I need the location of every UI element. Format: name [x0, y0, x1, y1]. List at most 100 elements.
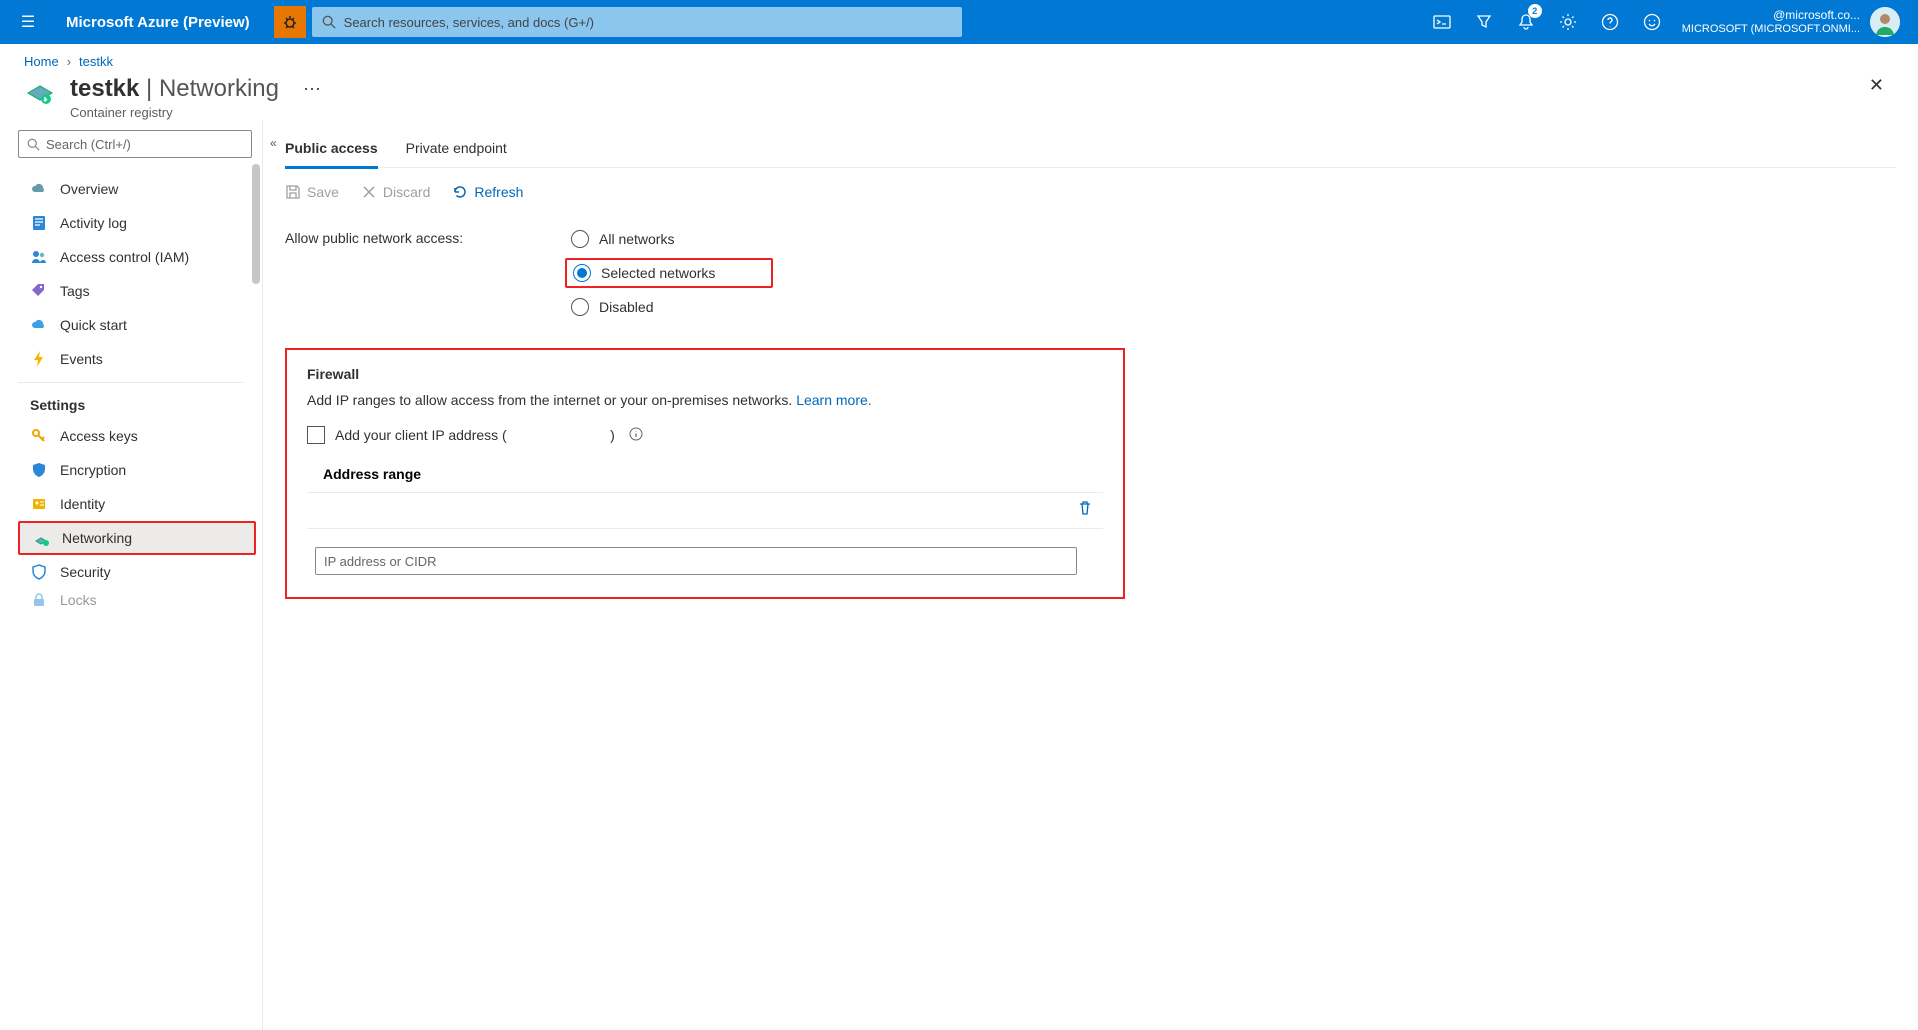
sidebar-item-overview[interactable]: Overview [18, 172, 262, 206]
sidebar: Search (Ctrl+/) « Overview Activity log … [0, 120, 262, 1030]
sidebar-item-locks[interactable]: Locks [18, 589, 262, 611]
check-label: Add your client IP address ( xxx.xxx.xxx… [335, 427, 615, 443]
resource-type: Container registry [70, 105, 279, 120]
delete-row-button[interactable] [1077, 500, 1097, 521]
avatar [1870, 7, 1900, 37]
ip-placeholder-text: IP address or CIDR [324, 554, 436, 569]
security-icon [30, 563, 48, 581]
sidebar-item-tags[interactable]: Tags [18, 274, 262, 308]
firewall-desc-text: Add IP ranges to allow access from the i… [307, 392, 796, 408]
learn-more-link[interactable]: Learn more. [796, 392, 871, 408]
sidebar-item-access-control[interactable]: Access control (IAM) [18, 240, 262, 274]
radio-label: Selected networks [601, 265, 715, 281]
ip-address-input[interactable]: IP address or CIDR [315, 547, 1077, 575]
breadcrumb-home[interactable]: Home [24, 54, 59, 69]
tab-bar: Public access Private endpoint [285, 134, 1896, 168]
breadcrumb: Home › testkk [0, 44, 1918, 75]
bolt-icon [30, 350, 48, 368]
search-icon [27, 138, 40, 151]
sidebar-item-activity-log[interactable]: Activity log [18, 206, 262, 240]
sidebar-item-access-keys[interactable]: Access keys [18, 419, 262, 453]
radio-disabled[interactable]: Disabled [565, 296, 773, 318]
notification-badge: 2 [1528, 4, 1542, 18]
product-name[interactable]: Microsoft Azure (Preview) [48, 14, 268, 31]
refresh-button[interactable]: Refresh [452, 184, 523, 200]
sidebar-item-encryption[interactable]: Encryption [18, 453, 262, 487]
resource-name: testkk [70, 75, 139, 102]
radio-selected-networks[interactable]: Selected networks [565, 258, 773, 288]
user-email: @microsoft.co... [1682, 8, 1860, 22]
sidebar-item-label: Events [60, 351, 103, 367]
user-menu[interactable]: @microsoft.co... MICROSOFT (MICROSOFT.ON… [1672, 7, 1910, 37]
sidebar-section-settings: Settings [18, 382, 244, 419]
container-registry-icon [24, 79, 56, 111]
sidebar-item-label: Overview [60, 181, 118, 197]
tab-public-access[interactable]: Public access [285, 134, 378, 169]
network-access-label: Allow public network access: [285, 228, 565, 246]
radio-label: All networks [599, 231, 674, 247]
network-access-row: Allow public network access: All network… [285, 208, 1896, 318]
sidebar-item-label: Access control (IAM) [60, 249, 189, 265]
identity-icon [30, 495, 48, 513]
discard-button[interactable]: Discard [361, 184, 430, 200]
sidebar-scrollbar[interactable] [248, 164, 262, 724]
sidebar-item-identity[interactable]: Identity [18, 487, 262, 521]
page-title: testkk | Networking [70, 75, 279, 103]
refresh-icon [452, 184, 468, 200]
sidebar-item-quick-start[interactable]: Quick start [18, 308, 262, 342]
key-icon [30, 427, 48, 445]
firewall-description: Add IP ranges to allow access from the i… [307, 392, 1103, 408]
global-search-input[interactable]: Search resources, services, and docs (G+… [312, 7, 962, 37]
cloud-shell-button[interactable] [1422, 0, 1462, 44]
sidebar-search-placeholder: Search (Ctrl+/) [46, 137, 131, 152]
firewall-section: Firewall Add IP ranges to allow access f… [285, 348, 1125, 599]
chevron-right-icon: › [67, 54, 71, 69]
cloud-icon [30, 180, 48, 198]
search-placeholder-text: Search resources, services, and docs (G+… [344, 15, 594, 30]
radio-all-networks[interactable]: All networks [565, 228, 773, 250]
tenant-name: MICROSOFT (MICROSOFT.ONMI... [1682, 23, 1860, 36]
sidebar-item-label: Identity [60, 496, 105, 512]
sidebar-item-networking[interactable]: Networking [18, 521, 256, 555]
hamburger-icon[interactable]: ☰ [8, 12, 48, 32]
breadcrumb-current[interactable]: testkk [79, 54, 113, 69]
radio-label: Disabled [599, 299, 653, 315]
preview-bug-button[interactable] [274, 6, 306, 38]
settings-button[interactable] [1548, 0, 1588, 44]
firewall-title: Firewall [307, 366, 1103, 382]
header-icon-group: 2 [1422, 0, 1672, 44]
feedback-button[interactable] [1632, 0, 1672, 44]
tab-private-endpoint[interactable]: Private endpoint [406, 134, 507, 167]
sidebar-item-label: Locks [60, 592, 97, 608]
rocket-icon [30, 316, 48, 334]
sidebar-search-input[interactable]: Search (Ctrl+/) [18, 130, 252, 158]
radio-icon [573, 264, 591, 282]
info-icon[interactable] [629, 427, 643, 444]
add-client-ip-row[interactable]: Add your client IP address ( xxx.xxx.xxx… [307, 426, 1103, 444]
sidebar-item-label: Encryption [60, 462, 126, 478]
bug-icon [282, 14, 298, 30]
shield-icon [30, 461, 48, 479]
sidebar-item-label: Access keys [60, 428, 138, 444]
sidebar-item-label: Tags [60, 283, 90, 299]
sidebar-item-label: Security [60, 564, 111, 580]
more-actions-button[interactable]: ⋯ [303, 75, 321, 100]
sidebar-item-events[interactable]: Events [18, 342, 262, 376]
toolbar: Save Discard Refresh [285, 168, 1896, 208]
scrollbar-thumb[interactable] [252, 164, 260, 284]
save-button[interactable]: Save [285, 184, 339, 200]
close-blade-button[interactable]: ✕ [1859, 75, 1894, 96]
notifications-button[interactable]: 2 [1506, 0, 1546, 44]
help-button[interactable] [1590, 0, 1630, 44]
sidebar-item-label: Activity log [60, 215, 127, 231]
nav-list: Overview Activity log Access control (IA… [18, 172, 262, 611]
save-label: Save [307, 184, 339, 200]
save-icon [285, 184, 301, 200]
checkbox-icon[interactable] [307, 426, 325, 444]
address-range-row [307, 493, 1103, 529]
directory-filter-button[interactable] [1464, 0, 1504, 44]
lock-icon [30, 591, 48, 609]
refresh-label: Refresh [474, 184, 523, 200]
radio-icon [571, 298, 589, 316]
sidebar-item-security[interactable]: Security [18, 555, 262, 589]
